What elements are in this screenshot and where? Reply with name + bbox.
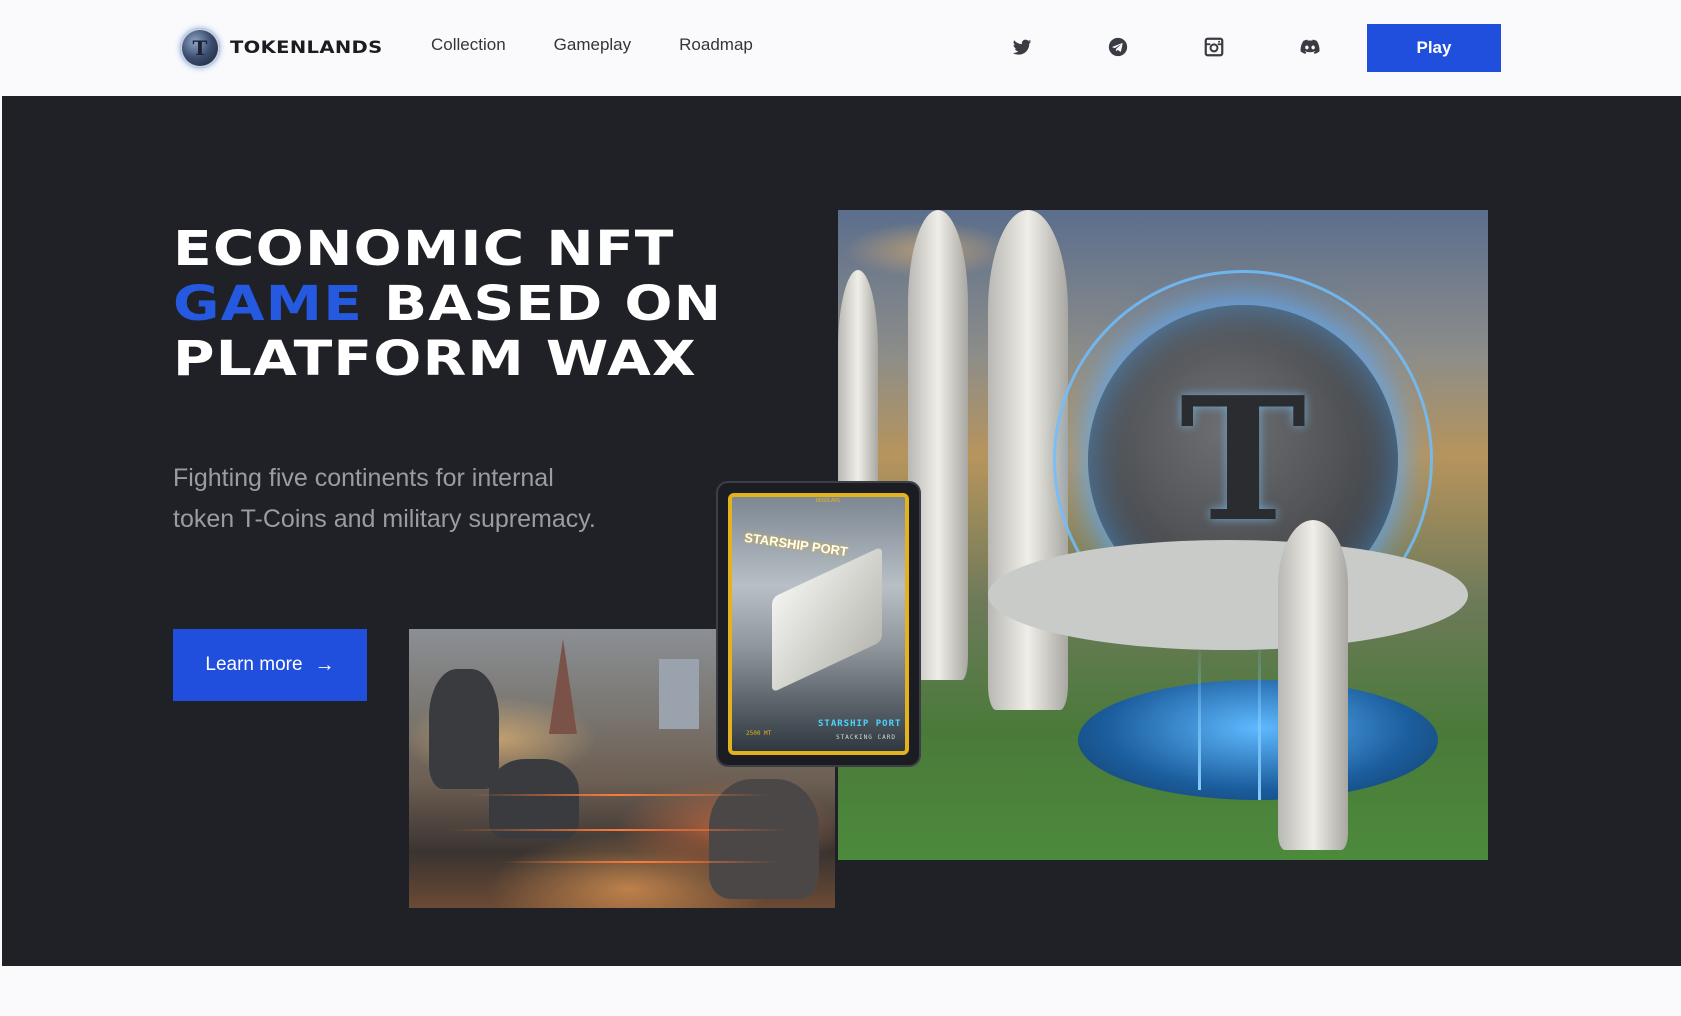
brand-name: TOKENLANDS xyxy=(230,38,383,58)
card-rarity: REGULARS xyxy=(816,498,841,504)
nav-link-collection[interactable]: Collection xyxy=(431,35,506,55)
card-title: STARSHIP PORT xyxy=(743,529,849,560)
hero-headline: ECONOMIC NFT GAME BASED ON PLATFORM WAX xyxy=(173,222,881,387)
nav-link-gameplay[interactable]: Gameplay xyxy=(554,35,631,55)
headline-accent-word: GAME xyxy=(173,276,364,332)
logo-glyph: T xyxy=(192,36,208,60)
nav-link-roadmap[interactable]: Roadmap xyxy=(679,35,753,55)
play-button[interactable]: Play xyxy=(1367,24,1501,72)
headline-line-1: ECONOMIC NFT xyxy=(173,221,675,277)
main-nav: Collection Gameplay Roadmap xyxy=(431,35,801,55)
city-artwork: T xyxy=(838,210,1488,860)
card-cost: 2500 MT xyxy=(746,730,772,737)
card-name: STARSHIP PORT xyxy=(818,719,902,729)
brand-logo[interactable]: T TOKENLANDS xyxy=(180,28,382,68)
discord-icon[interactable] xyxy=(1297,34,1323,60)
headline-line-2: BASED ON xyxy=(363,276,723,332)
starship-port-card: REGULARS STARSHIP PORT 2500 MT STARSHIP … xyxy=(718,483,919,765)
hero-section: ECONOMIC NFT GAME BASED ON PLATFORM WAX … xyxy=(2,96,1681,966)
starship-illustration xyxy=(772,546,882,693)
logo-emblem-icon: T xyxy=(180,28,220,68)
next-section-top xyxy=(0,966,1681,1016)
headline-line-3: PLATFORM WAX xyxy=(173,331,697,387)
card-type: STACKING CARD xyxy=(836,734,896,741)
site-header: T TOKENLANDS Collection Gameplay Roadmap… xyxy=(0,0,1681,96)
arrow-right-icon: → xyxy=(314,653,335,676)
learn-more-label: Learn more xyxy=(205,654,303,675)
twitter-icon[interactable] xyxy=(1009,34,1035,60)
instagram-icon[interactable] xyxy=(1201,34,1227,60)
card-frame: REGULARS STARSHIP PORT 2500 MT STARSHIP … xyxy=(728,493,909,755)
telegram-icon[interactable] xyxy=(1105,34,1131,60)
learn-more-button[interactable]: Learn more → xyxy=(173,629,367,701)
hero-subtitle: Fighting five continents for internal to… xyxy=(173,464,596,533)
